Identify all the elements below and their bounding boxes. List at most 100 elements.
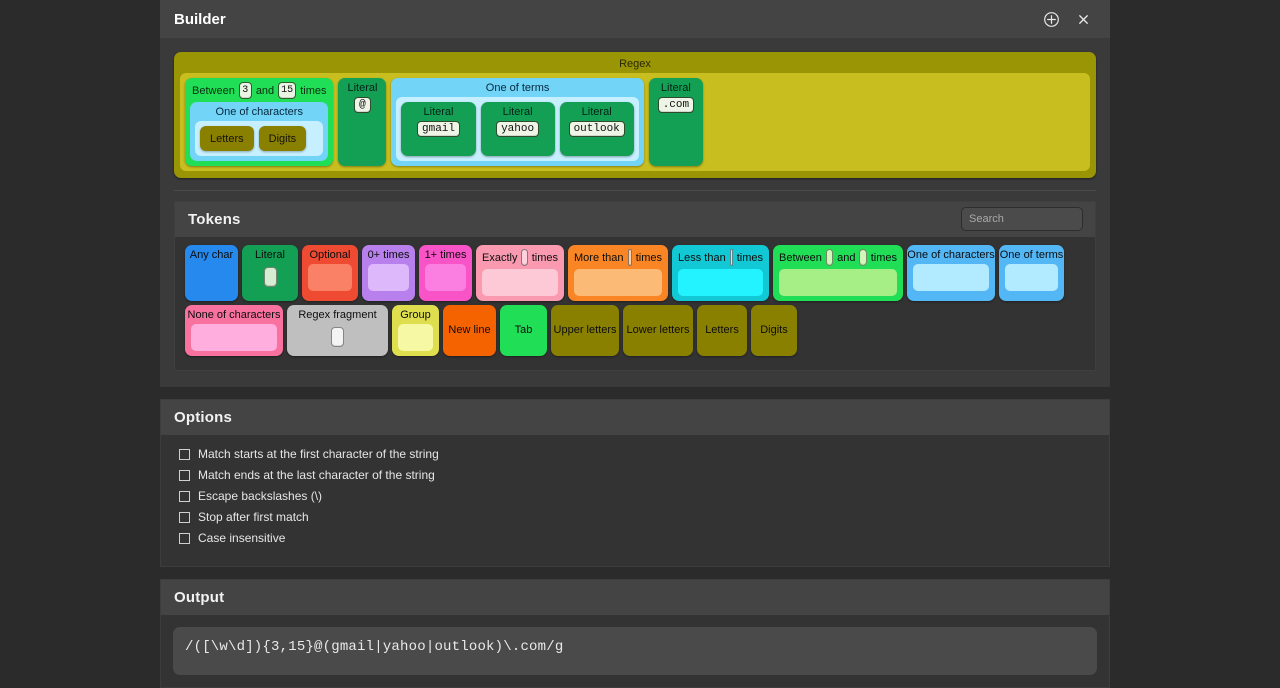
literal-at-label: Literal (347, 81, 377, 97)
window-title: Builder (174, 11, 226, 28)
literal-at-input[interactable]: @ (354, 97, 371, 113)
options-panel: Options Match starts at the first charac… (160, 399, 1110, 567)
token-tab[interactable]: Tab (500, 305, 547, 356)
option-label: Case insensitive (198, 531, 285, 545)
token-one-of-terms[interactable]: One of terms (999, 245, 1064, 301)
tokens-body: Any charLiteral Optional 0+ times 1+ times E… (175, 237, 1095, 370)
token-0-times[interactable]: 0+ times (362, 245, 415, 301)
token-label-text: Digits (760, 324, 788, 336)
token-dropzone[interactable] (1005, 264, 1058, 291)
token-dropzone[interactable] (913, 264, 989, 291)
token-less-than-times[interactable]: Less thantimes (672, 245, 769, 301)
literal-outlook-input[interactable]: outlook (569, 121, 625, 137)
token-dropzone[interactable] (368, 264, 409, 291)
token-regex-fragment[interactable]: Regex fragment (287, 305, 388, 356)
token-new-line[interactable]: New line (443, 305, 496, 356)
token-number-input-1[interactable] (628, 249, 632, 266)
checkbox-icon[interactable] (179, 470, 190, 481)
app-window: Builder Regex Between 3 (160, 0, 1110, 640)
token-dropzone[interactable] (308, 264, 352, 291)
literal-com-label: Literal (661, 81, 691, 97)
token-letters[interactable]: Letters (697, 305, 747, 356)
regex-root-node[interactable]: Regex Between 3 and 15 times One of char… (174, 52, 1096, 178)
option-row-match-starts-at-the-first-character-of-the-string[interactable]: Match starts at the first character of t… (179, 447, 1095, 461)
option-row-stop-after-first-match[interactable]: Stop after first match (179, 510, 1095, 524)
token-more-than-times[interactable]: More thantimes (568, 245, 668, 301)
token-upper-letters[interactable]: Upper letters (551, 305, 619, 356)
checkbox-icon[interactable] (179, 533, 190, 544)
token-number-input-1[interactable] (730, 249, 733, 266)
token-text-input[interactable] (264, 267, 277, 287)
token-exactly-times[interactable]: Exactlytimes (476, 245, 564, 301)
token-number-input-1[interactable] (521, 249, 527, 266)
search-input[interactable] (961, 207, 1083, 231)
regex-root-label: Regex (180, 57, 1090, 73)
token-label: One of characters (913, 248, 989, 263)
literal-gmail-label: Literal (424, 105, 454, 121)
options-header: Options (161, 400, 1109, 435)
builder-node-one-of-terms[interactable]: One of terms Literal gmail Literal yahoo… (391, 78, 643, 166)
tokens-panel: Tokens Any charLiteral Optional 0+ times 1+… (174, 201, 1096, 371)
circle-plus-icon[interactable] (1038, 6, 1064, 32)
token-dropzone[interactable] (425, 264, 466, 291)
option-label: Match ends at the last character of the … (198, 468, 435, 482)
token-1-times[interactable]: 1+ times (419, 245, 472, 301)
token-lower-letters[interactable]: Lower letters (623, 305, 693, 356)
tokens-row-2: None of characters Regex fragment Group New… (185, 305, 1085, 356)
regex-root-dropzone[interactable] (708, 78, 1085, 166)
literal-com-input[interactable]: .com (658, 97, 694, 113)
token-none-of-characters[interactable]: None of characters (185, 305, 283, 356)
regex-root-children: Between 3 and 15 times One of characters… (180, 73, 1090, 171)
token-label-text: One of characters (907, 249, 994, 261)
token-any-char[interactable]: Any char (185, 245, 238, 301)
option-row-match-ends-at-the-last-character-of-the-string[interactable]: Match ends at the last character of the … (179, 468, 1095, 482)
token-dropzone[interactable] (482, 269, 558, 296)
checkbox-icon[interactable] (179, 512, 190, 523)
tokens-title: Tokens (188, 211, 241, 228)
between-min-input[interactable]: 3 (239, 82, 252, 99)
token-dropzone[interactable] (678, 269, 763, 296)
builder-node-literal-gmail[interactable]: Literal gmail (401, 102, 475, 156)
token-label-text: 1+ times (425, 249, 467, 261)
checkbox-icon[interactable] (179, 449, 190, 460)
token-group[interactable]: Group (392, 305, 439, 356)
token-label: Less thantimes (678, 248, 763, 268)
token-label-text: None of characters (188, 309, 281, 321)
char-chip-digits[interactable]: Digits (259, 126, 307, 151)
close-icon[interactable] (1070, 6, 1096, 32)
token-between-times[interactable]: Betweenandtimes (773, 245, 903, 301)
token-label: New line (448, 323, 490, 338)
token-value-slot (293, 323, 382, 350)
one-of-terms-label: One of terms (396, 81, 638, 97)
token-literal[interactable]: Literal (242, 245, 298, 301)
builder-node-literal-at[interactable]: Literal @ (338, 78, 386, 166)
builder-node-literal-yahoo[interactable]: Literal yahoo (481, 102, 555, 156)
option-label: Stop after first match (198, 510, 309, 524)
literal-yahoo-input[interactable]: yahoo (496, 121, 539, 137)
token-dropzone[interactable] (574, 269, 662, 296)
token-one-of-characters[interactable]: One of characters (907, 245, 995, 301)
option-row-escape-backslashes[interactable]: Escape backslashes (\) (179, 489, 1095, 503)
builder-node-one-of-characters[interactable]: One of characters Letters Digits (190, 102, 328, 161)
token-dropzone[interactable] (779, 269, 897, 296)
output-regex-value[interactable]: /([\w\d]){3,15}@(gmail|yahoo|outlook)\.c… (173, 627, 1097, 675)
token-digits[interactable]: Digits (751, 305, 797, 356)
option-row-case-insensitive[interactable]: Case insensitive (179, 531, 1095, 545)
checkbox-icon[interactable] (179, 491, 190, 502)
builder-node-between[interactable]: Between 3 and 15 times One of characters… (185, 78, 333, 166)
builder-node-literal-com[interactable]: Literal .com (649, 78, 703, 166)
token-number-input-2[interactable] (859, 249, 866, 266)
literal-gmail-input[interactable]: gmail (417, 121, 460, 137)
char-chip-letters[interactable]: Letters (200, 126, 254, 151)
token-dropzone[interactable] (398, 324, 433, 351)
token-number-input-1[interactable] (826, 249, 833, 266)
token-optional[interactable]: Optional (302, 245, 358, 301)
token-text-input[interactable] (331, 327, 344, 347)
builder-node-literal-outlook[interactable]: Literal outlook (560, 102, 634, 156)
token-label-text: Regex fragment (298, 309, 376, 321)
token-label-text: Upper letters (554, 324, 617, 336)
output-body: /([\w\d]){3,15}@(gmail|yahoo|outlook)\.c… (161, 615, 1109, 687)
between-max-input[interactable]: 15 (278, 82, 296, 99)
token-dropzone[interactable] (191, 324, 277, 351)
token-label: Optional (308, 248, 352, 263)
